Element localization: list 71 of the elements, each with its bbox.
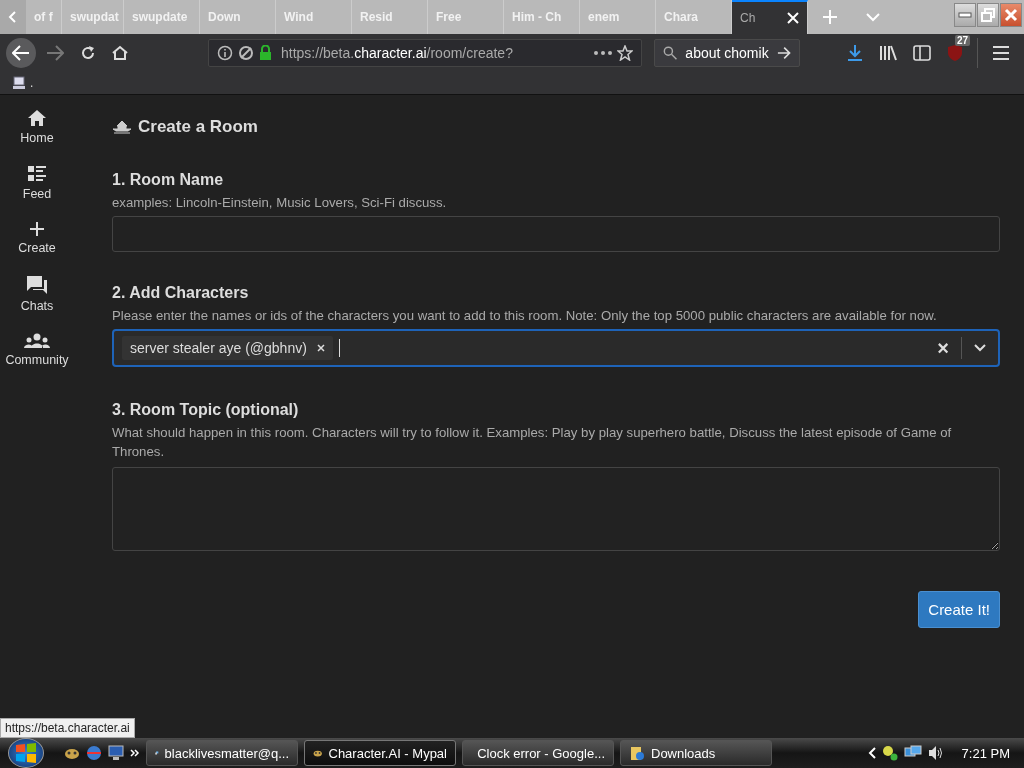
info-icon[interactable] <box>217 45 233 61</box>
sidebar-icon[interactable] <box>913 45 931 61</box>
restore-button[interactable] <box>977 3 999 27</box>
hint-text: What should happen in this room. Characters will try to follow it. Examples: Play by play superhero battle, Discuss the latest episode of Game of Thrones. <box>112 424 953 461</box>
taskbar-button[interactable]: Downloads <box>620 740 772 766</box>
sidebar-item[interactable]: Chats <box>20 299 54 313</box>
people-icon[interactable] <box>24 333 50 349</box>
chat-icon[interactable] <box>26 275 48 295</box>
section-heading: 3. Room Topic (optional) <box>112 401 300 419</box>
sidebar-item[interactable]: Feed <box>22 187 52 201</box>
library-icon[interactable] <box>879 45 897 61</box>
forward-icon[interactable] <box>46 45 64 61</box>
taskbar-button[interactable]: Clock error - Google... <box>462 740 614 766</box>
boat-icon <box>112 119 132 135</box>
windows-logo-icon <box>14 742 38 764</box>
status-url: https://beta.character.ai <box>0 718 135 738</box>
chip-label: server stealer aye (@gbhnv) <box>130 340 307 356</box>
sidebar-item[interactable]: Create <box>18 241 56 255</box>
sidebar-item[interactable]: Community <box>5 353 69 367</box>
page-title: Create a Room <box>138 117 258 137</box>
chevron-down-icon[interactable] <box>974 344 986 352</box>
url-text: https://beta.character.ai/room/create? <box>281 45 514 61</box>
close-button[interactable] <box>1000 3 1022 27</box>
home-icon[interactable] <box>112 45 128 61</box>
address-bar[interactable]: https://beta.character.ai/room/create? <box>208 39 642 67</box>
browser-tab[interactable]: Ch <box>732 0 808 34</box>
hint-text: Please enter the names or ids of the characters you want to add to this room. Note: Only the top 5000 public characters are available for now. <box>112 307 938 325</box>
search-field[interactable]: about chomik <box>654 39 800 67</box>
download-icon[interactable] <box>847 44 863 62</box>
character-select-field[interactable]: server stealer aye (@gbhnv) × <box>112 329 1000 367</box>
sidebar-item[interactable]: Home <box>20 131 54 145</box>
tray-icon[interactable] <box>881 745 898 761</box>
close-icon <box>1004 8 1018 22</box>
more-icon[interactable] <box>594 51 612 55</box>
minimize-button[interactable] <box>954 3 976 27</box>
room-topic-field[interactable] <box>112 467 1000 551</box>
padlock-icon[interactable] <box>259 45 272 61</box>
clock: 7:21 PM <box>961 745 1010 761</box>
monitor-icon[interactable] <box>108 745 124 761</box>
clear-button[interactable]: × <box>937 336 949 360</box>
computer-icon[interactable] <box>12 76 26 90</box>
close-icon[interactable] <box>787 12 799 24</box>
double-chevron-icon[interactable] <box>130 749 140 757</box>
home-icon[interactable] <box>27 109 47 127</box>
arrow-right-icon <box>776 46 791 60</box>
reload-icon[interactable] <box>80 45 96 61</box>
minimize-icon <box>958 12 972 18</box>
blocked-icon[interactable] <box>238 45 254 61</box>
search-icon <box>663 45 678 61</box>
star-icon[interactable] <box>617 45 633 61</box>
restore-icon <box>981 8 995 22</box>
arrow-left-icon <box>12 45 30 61</box>
back-button[interactable] <box>6 38 36 68</box>
addon-badge: 27 <box>955 35 971 46</box>
start-button[interactable] <box>8 738 44 768</box>
section-heading: 2. Add Characters <box>112 284 250 302</box>
menu-icon[interactable] <box>992 46 1010 60</box>
section-heading: 1. Room Name <box>112 171 225 189</box>
taskbar-button[interactable]: blacklivesmatter@q... <box>146 740 298 766</box>
create-button[interactable]: Create It! <box>918 591 1000 628</box>
chevron-left-icon[interactable] <box>867 747 876 759</box>
folder-icon <box>629 745 645 761</box>
list-icon[interactable] <box>27 165 47 183</box>
room-name-field[interactable] <box>112 216 1000 252</box>
globe-icon[interactable] <box>86 745 102 761</box>
hint-text: examples: Lincoln-Einstein, Music Lovers, Sci-Fi discuss. <box>112 194 448 212</box>
bookmark-label[interactable]: . <box>30 76 34 90</box>
speaker-icon[interactable] <box>927 745 944 761</box>
taskbar-button[interactable]: Character.AI - Mypal <box>304 740 456 766</box>
plus-icon[interactable] <box>29 221 45 237</box>
remove-icon[interactable] <box>316 344 325 352</box>
